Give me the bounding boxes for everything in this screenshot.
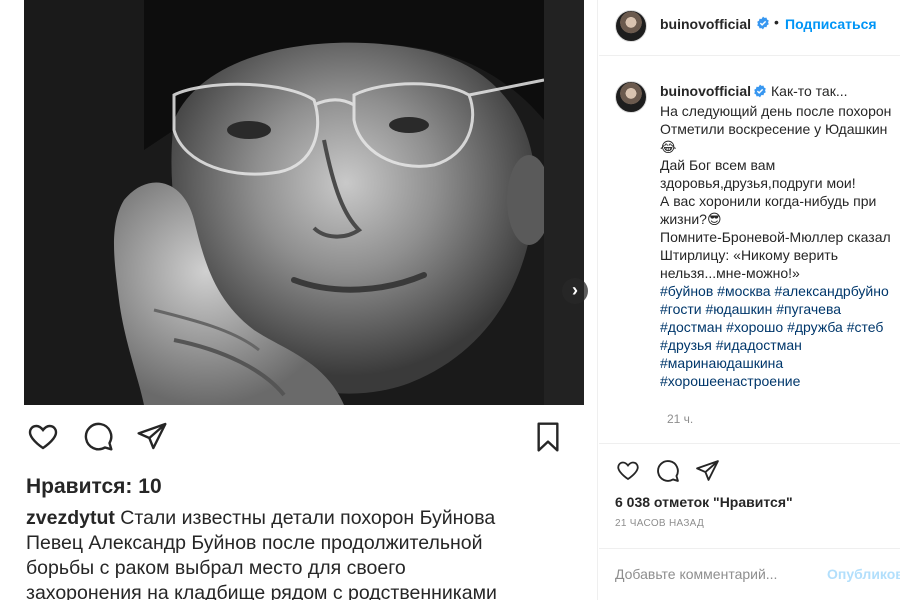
caption-username[interactable]: buinovofficial [660,83,751,99]
likes-count[interactable]: 6 038 отметок "Нравится" [615,494,793,510]
hashtag-line[interactable]: #хорошеенастроение [660,372,900,390]
post-actions: 6 038 отметок "Нравится" 21 часов назад [599,443,900,553]
post-media[interactable]: Нравится: 10 zvezdytut Стали известны де… [0,0,598,600]
post-time-ago[interactable]: 21 часов назад [615,518,704,529]
caption-line: нельзя...мне-можно!» [660,265,800,281]
inner-caption-text: Стали известны детали похорон Буйнова [120,507,496,529]
caption-header: buinovofficial Как-то так... [660,83,848,99]
caption-line: Помните-Броневой-Мюллер сказал [660,229,891,245]
inner-caption: zvezdytut Стали известны детали похорон … [26,506,582,600]
bookmark-icon [532,420,564,459]
inner-caption-line: Певец Александр Буйнов после продолжител… [26,532,483,554]
post-photo [24,0,584,405]
carousel-next-button[interactable]: › [562,278,588,304]
caption-line: На следующий день после похорон [660,103,892,119]
caption-line: А вас хоронили когда-нибудь при [660,193,877,209]
post-sidebar: buinovofficial • Подписаться buinovoffic… [599,0,900,600]
caption-timestamp[interactable]: 21 ч. [667,412,693,426]
hashtag-line[interactable]: #друзья #идадостман [660,336,900,354]
inner-caption-line: борьбы с раком выбрал место для своего [26,557,406,579]
comments-section[interactable]: buinovofficial Как-то так... На следующий… [599,57,900,443]
hashtag-line[interactable]: #буйнов #москва #александрбуйно [660,282,900,300]
comment-input[interactable]: Добавьте комментарий... [615,566,777,582]
caption-line: Штирлицу: «Никому верить [660,247,838,263]
verified-badge-icon [753,84,767,98]
publish-button[interactable]: Опубликов [827,566,900,582]
separator-dot: • [774,14,779,30]
share-icon[interactable] [695,458,720,488]
share-icon [136,420,168,457]
inner-caption-line: захоронения на кладбище рядом с родствен… [26,582,497,600]
add-comment-bar: Добавьте комментарий... Опубликов [599,548,900,600]
caption-line: жизни?😎 [660,211,722,227]
avatar[interactable] [615,10,647,42]
caption-body: На следующий день после похорон Отметили… [660,102,900,390]
hashtag-line[interactable]: #маринаюдашкина [660,354,900,372]
caption-line: здоровья,друзья,подруги мои! [660,175,856,191]
caption-first-line: Как-то так... [771,83,848,99]
follow-button[interactable]: Подписаться [785,16,877,32]
inner-caption-user: zvezdytut [26,507,115,529]
portrait-image [24,0,584,405]
verified-badge-icon [756,16,770,30]
header-username[interactable]: buinovofficial [660,16,751,32]
carousel-slide: Нравится: 10 zvezdytut Стали известны де… [24,0,584,600]
post-header: buinovofficial • Подписаться [599,0,900,56]
avatar[interactable] [615,81,647,113]
hashtag-line[interactable]: #достман #хорошо #дружба #стеб [660,318,900,336]
chevron-right-icon: › [572,280,578,300]
caption-line: Дай Бог всем вам [660,157,776,173]
caption-line: Отметили воскресение у Юдашкин [660,121,888,137]
comment-icon[interactable] [655,458,680,488]
comment-icon [82,420,114,457]
inner-post-actions [24,420,584,462]
caption-line: 😂 [660,139,677,155]
heart-icon [26,420,60,457]
like-heart-icon[interactable] [615,458,641,487]
hashtag-line[interactable]: #гости #юдашкин #пугачева [660,300,900,318]
inner-likes-count: Нравится: 10 [26,475,162,498]
